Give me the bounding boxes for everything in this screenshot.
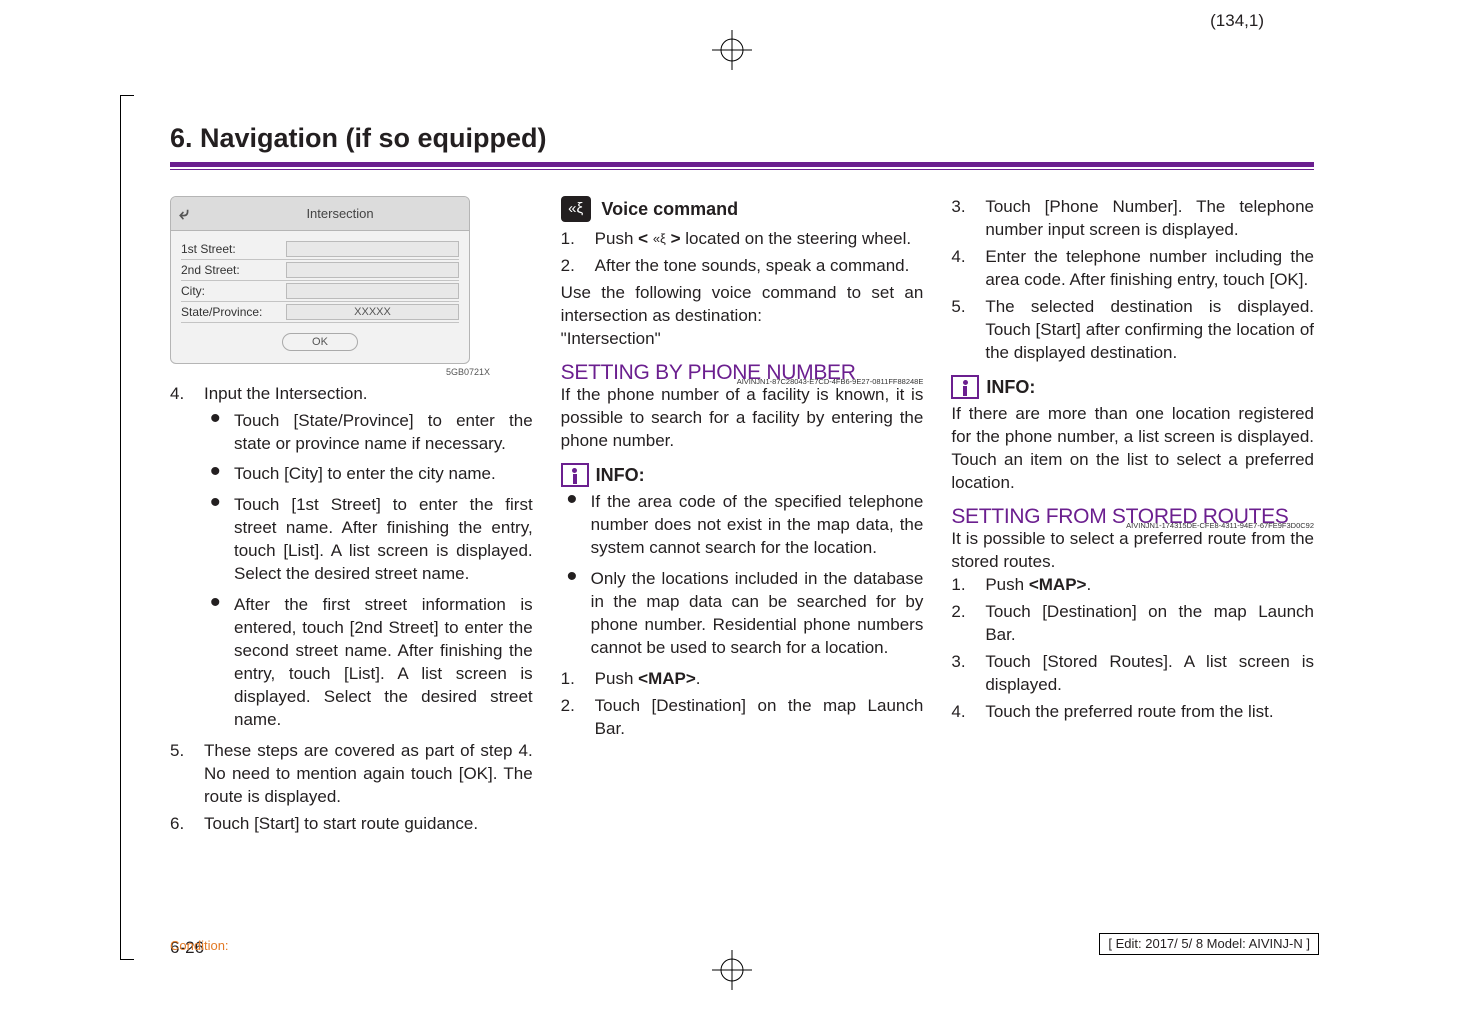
row-field [286,262,459,278]
bold: <MAP> [1029,575,1087,594]
list-item: Input the Intersection. Touch [State/Pro… [170,383,533,732]
section-heading-phone: SETTING BY PHONE NUMBER AIVINJN1-87C2804… [561,361,924,384]
list-item: Push < «ξ > located on the steering whee… [561,228,924,251]
list-item: Touch [City] to enter the city name. [204,463,533,486]
row-label: 2nd Street: [181,262,286,278]
rule-thick [170,162,1314,167]
column-1: ⤶ Intersection 1st Street: 2nd Street: C… [170,196,533,839]
content-columns: ⤶ Intersection 1st Street: 2nd Street: C… [170,196,1314,839]
col1-steps: Input the Intersection. Touch [State/Pro… [170,383,533,836]
row-label: State/Province: [181,304,286,320]
image-code: 5GB0721X [170,366,490,378]
phone-steps-2: Touch [Phone Number]. The telephone numb… [951,196,1314,365]
list-item: Touch [1st Street] to enter the first st… [204,494,533,586]
text: . [1086,575,1091,594]
phone-intro: If the phone number of a facility is kno… [561,384,924,453]
page-coord: (134,1) [1210,10,1264,33]
screenshot-row: State/Province: XXXXX [181,302,459,323]
text: . [696,669,701,688]
text: Push [595,229,638,248]
info-icon [951,375,979,399]
stored-steps: Push <MAP>. Touch [Destination] on the m… [951,574,1314,724]
stored-intro: It is possible to select a preferred rou… [951,528,1314,574]
screenshot-body: 1st Street: 2nd Street: City: State/Prov… [171,231,469,364]
screenshot-row: 2nd Street: [181,260,459,281]
voice-steps: Push < «ξ > located on the steering whee… [561,228,924,278]
screenshot-row: City: [181,281,459,302]
page-content: 6. Navigation (if so equipped) ⤶ Interse… [170,120,1314,920]
info-label: INFO: [596,463,645,487]
list-item: Touch the preferred route from the list. [951,701,1314,724]
list-item: Push <MAP>. [951,574,1314,597]
info-text: If there are more than one location regi… [951,403,1314,495]
screenshot-header: ⤶ Intersection [171,197,469,230]
list-item: Touch [Destination] on the map Launch Ba… [951,601,1314,647]
intersection-screenshot: ⤶ Intersection 1st Street: 2nd Street: C… [170,196,470,364]
back-icon: ⤶ [179,201,189,225]
footer-edit: [ Edit: 2017/ 5/ 8 Model: AIVINJ-N ] [1099,933,1319,955]
row-field: XXXXX [286,304,459,320]
talk-icon: «ξ [561,196,591,222]
text: Push [595,669,638,688]
list-item: Touch [Phone Number]. The telephone numb… [951,196,1314,242]
list-item: If the area code of the specified teleph… [561,491,924,560]
list-item: Enter the telephone number including the… [951,246,1314,292]
footer-condition: Condition: [170,937,229,955]
bold: <MAP> [638,669,696,688]
text: Push [985,575,1028,594]
bold: > [666,229,681,248]
col1-bullets: Touch [State/Province] to enter the stat… [204,410,533,732]
list-item: These steps are covered as part of step … [170,740,533,809]
list-item: Touch [Start] to start route guidance. [170,813,533,836]
list-item: After the tone sounds, speak a command. [561,255,924,278]
section-heading-stored: SETTING FROM STORED ROUTES AIVINJN1-1743… [951,505,1314,528]
list-item: Only the locations included in the datab… [561,568,924,660]
step-text: Input the Intersection. [204,384,368,403]
info-bullets: If the area code of the specified teleph… [561,491,924,660]
ok-button: OK [282,333,358,351]
column-3: Touch [Phone Number]. The telephone numb… [951,196,1314,839]
row-label: City: [181,283,286,299]
text: located on the steering wheel. [681,229,912,248]
screenshot-row: 1st Street: [181,239,459,260]
crop-mark-top-icon [712,30,752,70]
row-label: 1st Street: [181,241,286,257]
row-field [286,241,459,257]
talk-glyph-icon: «ξ [653,230,666,248]
info-label: INFO: [986,375,1035,399]
info-row: INFO: [561,463,924,487]
list-item: Touch [State/Province] to enter the stat… [204,410,533,456]
screenshot-title: Intersection [219,205,461,223]
row-field [286,283,459,299]
list-item: Touch [Destination] on the map Launch Ba… [561,695,924,741]
voice-heading: Voice command [601,199,738,219]
phone-steps-1: Push <MAP>. Touch [Destination] on the m… [561,668,924,741]
rule-thin [170,169,1314,170]
voice-heading-row: «ξ Voice command [561,196,924,222]
list-item: Touch [Stored Routes]. A list screen is … [951,651,1314,697]
list-item: The selected destination is displayed. T… [951,296,1314,365]
crop-mark-bottom-icon [712,950,752,990]
chapter-title: 6. Navigation (if so equipped) [170,120,1314,156]
left-crop-bracket [120,95,134,960]
column-2: «ξ Voice command Push < «ξ > located on … [561,196,924,839]
bold: < [638,229,653,248]
section-code: AIVINJN1-87C28043-E7CD-4FB6-9E27-0811FF8… [737,378,924,386]
info-row: INFO: [951,375,1314,399]
voice-command: "Intersection" [561,328,924,351]
list-item: Push <MAP>. [561,668,924,691]
section-code: AIVINJN1-174315DE-CFE8-4311-94E7-67FE9F3… [1126,522,1314,530]
list-item: After the first street information is en… [204,594,533,732]
voice-paragraph: Use the following voice command to set a… [561,282,924,328]
